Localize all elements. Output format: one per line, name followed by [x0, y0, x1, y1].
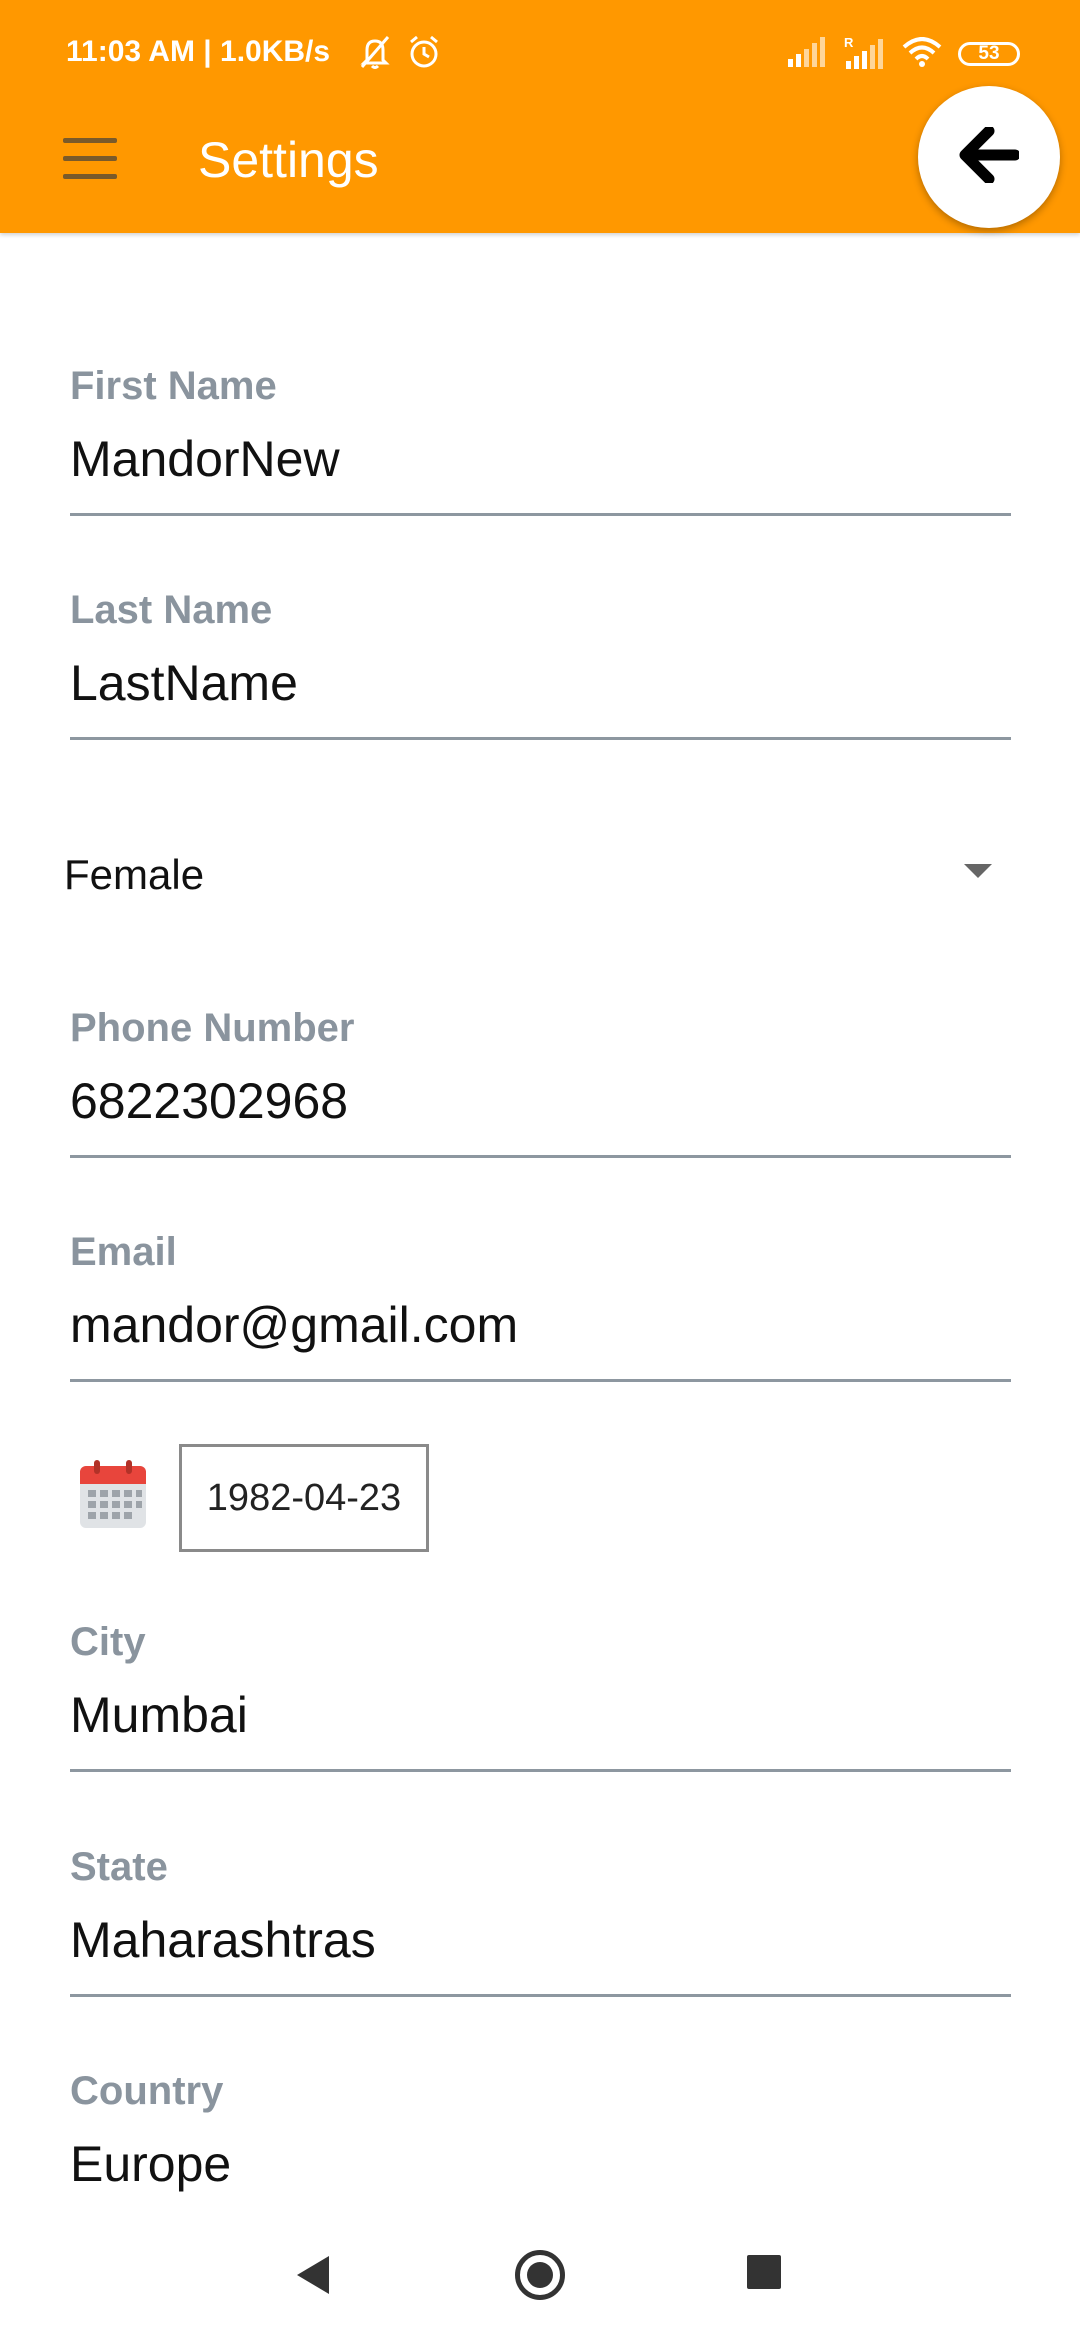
status-icons: R 53 [786, 35, 1020, 74]
dropdown-caret-icon [964, 864, 992, 878]
gender-selected-value: Female [64, 851, 205, 898]
city-input[interactable]: Mumbai [70, 1684, 248, 1746]
hamburger-menu-icon[interactable] [63, 138, 117, 180]
first-name-underline [70, 513, 1011, 516]
circle-home-icon[interactable] [515, 2250, 565, 2300]
status-time: 11:03 AM | 1.0KB/s [66, 35, 331, 68]
dob-input[interactable]: 1982-04-23 [179, 1444, 429, 1552]
gender-dropdown[interactable]: Female [64, 840, 1004, 910]
country-label: Country [70, 2069, 224, 2113]
app-bar: 11:03 AM | 1.0KB/s R 53 Settings [0, 0, 1080, 233]
state-input[interactable]: Maharashtras [70, 1909, 376, 1971]
last-name-underline [70, 737, 1011, 740]
svg-text:R: R [844, 35, 854, 50]
last-name-label: Last Name [70, 588, 273, 632]
battery-icon: 53 [958, 42, 1020, 66]
arrow-left-icon [959, 125, 1021, 188]
first-name-label: First Name [70, 364, 277, 408]
phone-label: Phone Number [70, 1006, 355, 1050]
square-recents-icon[interactable] [747, 2255, 781, 2289]
status-bar: 11:03 AM | 1.0KB/s R 53 [66, 30, 1020, 74]
triangle-back-icon[interactable] [297, 2256, 329, 2294]
email-label: Email [70, 1230, 177, 1274]
system-nav-bar [0, 2228, 1080, 2340]
alarm-icon [406, 34, 442, 75]
wifi-icon [902, 36, 942, 72]
signal-icon [786, 36, 828, 72]
email-input[interactable]: mandor@gmail.com [70, 1294, 518, 1356]
state-underline [70, 1994, 1011, 1997]
last-name-input[interactable]: LastName [70, 652, 298, 714]
phone-underline [70, 1155, 1011, 1158]
state-label: State [70, 1845, 168, 1889]
city-underline [70, 1769, 1011, 1772]
phone-input[interactable]: 6822302968 [70, 1070, 348, 1132]
calendar-icon[interactable] [78, 1458, 148, 1530]
first-name-input[interactable]: MandorNew [70, 428, 340, 490]
mute-bell-icon [358, 34, 392, 75]
email-underline [70, 1379, 1011, 1382]
page-title: Settings [198, 132, 379, 188]
country-input[interactable]: Europe [70, 2133, 231, 2195]
roaming-signal-icon: R [844, 35, 886, 74]
city-label: City [70, 1620, 146, 1664]
back-button[interactable] [918, 86, 1060, 228]
